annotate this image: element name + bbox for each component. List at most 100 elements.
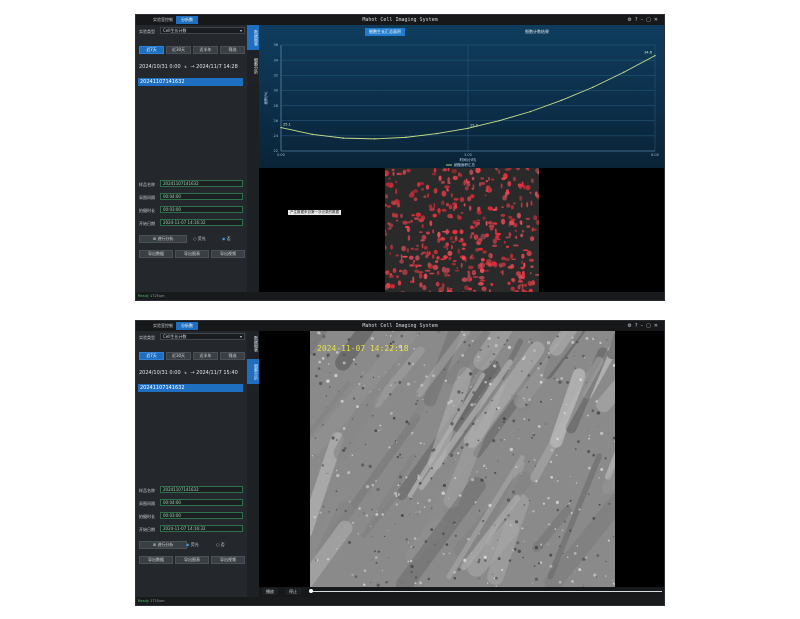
cell-blob bbox=[411, 214, 416, 217]
cell-speckle bbox=[497, 557, 501, 560]
pause-button[interactable]: 停止 bbox=[285, 588, 301, 595]
cell-blob bbox=[437, 237, 441, 243]
maximize-icon[interactable]: ▢ bbox=[646, 323, 654, 329]
tab-data-chart[interactable]: 数据图表 bbox=[247, 25, 259, 50]
radio-no[interactable]: ◉ 否 bbox=[222, 236, 231, 242]
cell-speckle bbox=[389, 335, 392, 337]
cell-blob bbox=[520, 266, 525, 270]
cell-speckle bbox=[574, 367, 576, 369]
export-video-button[interactable]: 导出视频 bbox=[211, 556, 245, 564]
cell-blob bbox=[390, 244, 393, 250]
date-range: 2024/10/31 0:00 ⇅ → 2024/11/7 15:40 bbox=[139, 370, 238, 376]
cell-blob bbox=[512, 244, 519, 247]
cell-speckle bbox=[486, 582, 489, 584]
x-tick-label: 6.00 bbox=[651, 153, 659, 157]
tab-area-summary[interactable]: 细胞生长汇总面积 bbox=[365, 28, 405, 36]
tab-cell-analysis[interactable]: 细胞分析 bbox=[247, 359, 259, 384]
date-to[interactable]: 2024/11/7 14:28 bbox=[196, 64, 238, 70]
data-point bbox=[591, 86, 594, 89]
cell-speckle bbox=[410, 545, 413, 548]
cell-speckle bbox=[506, 523, 508, 525]
stepper-icon[interactable]: ⇅ bbox=[184, 65, 187, 69]
export-video-button[interactable]: 导出视频 bbox=[211, 250, 245, 258]
cell-speckle bbox=[484, 381, 487, 384]
filter-button[interactable]: 筛选 bbox=[220, 352, 245, 360]
cell-blob bbox=[450, 216, 454, 219]
cell-blob bbox=[448, 204, 453, 210]
radio-no[interactable]: ○ 否 bbox=[216, 542, 225, 548]
run-analysis-button[interactable]: ⊞ 进行分析 bbox=[139, 541, 187, 549]
export-chart-button[interactable]: 导出图表 bbox=[175, 250, 209, 258]
cell-speckle bbox=[530, 338, 532, 340]
app-window-chart-view: 实验室控制 分析数 Mahot Cell Imaging System ⚙?–▢… bbox=[135, 14, 665, 301]
cell-speckle bbox=[600, 467, 604, 472]
tab-cell-count[interactable]: 细胞计数结果 bbox=[521, 28, 553, 36]
cell-speckle bbox=[539, 561, 543, 564]
cell-speckle bbox=[512, 453, 515, 456]
cell-blob bbox=[515, 235, 517, 239]
range-30-days-button[interactable]: 近30天 bbox=[166, 352, 191, 360]
cell-speckle bbox=[458, 376, 460, 378]
cell-speckle bbox=[457, 361, 459, 363]
cell-blob bbox=[529, 191, 532, 194]
cell-speckle bbox=[503, 343, 506, 346]
cell-blob bbox=[513, 223, 518, 228]
x-tick-label: 3.00 bbox=[464, 153, 472, 157]
cell-speckle bbox=[382, 570, 383, 572]
settings-icon[interactable]: ⚙ bbox=[627, 323, 634, 329]
experiment-type-select[interactable]: Cell生长计数 ▾ bbox=[160, 27, 245, 34]
radio-fluorescence[interactable]: ◉ 荧光 bbox=[186, 542, 199, 548]
date-from[interactable]: 2024/10/31 0:00 bbox=[139, 64, 181, 70]
run-analysis-button[interactable]: ⊞ 进行分析 bbox=[139, 235, 187, 243]
cell-speckle bbox=[531, 360, 533, 362]
date-from[interactable]: 2024/10/31 0:00 bbox=[139, 370, 181, 376]
cell-blob bbox=[472, 184, 475, 189]
cell-speckle bbox=[364, 384, 366, 386]
range-7-days-button[interactable]: 近7天 bbox=[139, 46, 164, 54]
playback-track[interactable] bbox=[311, 591, 662, 592]
export-data-button[interactable]: 导出数据 bbox=[139, 250, 173, 258]
record-list-item[interactable]: 20241107141632 bbox=[138, 384, 243, 392]
cell-blob bbox=[432, 229, 434, 234]
filter-button[interactable]: 筛选 bbox=[220, 46, 245, 54]
cell-speckle bbox=[370, 336, 374, 341]
playback-slider-handle[interactable] bbox=[309, 589, 313, 593]
settings-icon[interactable]: ⚙ bbox=[627, 17, 634, 23]
range-half-year-button[interactable]: 近半年 bbox=[193, 352, 218, 360]
cell-speckle bbox=[546, 341, 551, 345]
close-icon[interactable]: ✕ bbox=[654, 17, 661, 23]
range-7-days-button[interactable]: 近7天 bbox=[139, 352, 164, 360]
record-list-item[interactable]: 20241107141632 bbox=[138, 78, 243, 86]
cell-speckle bbox=[545, 423, 547, 425]
cell-speckle bbox=[395, 441, 398, 443]
tab-data-chart[interactable]: 数据图表 bbox=[247, 331, 259, 356]
play-button[interactable]: 播放 bbox=[262, 588, 278, 595]
cell-speckle bbox=[430, 528, 434, 531]
tab-cell-analysis[interactable]: 细胞分析 bbox=[247, 53, 259, 78]
cell-speckle bbox=[416, 399, 419, 402]
range-half-year-button[interactable]: 近半年 bbox=[193, 46, 218, 54]
cell-speckle bbox=[344, 509, 347, 513]
close-icon[interactable]: ✕ bbox=[654, 323, 661, 329]
experiment-type-select[interactable]: Cell生长计数 ▾ bbox=[160, 333, 245, 340]
cell-blob bbox=[531, 178, 534, 183]
maximize-icon[interactable]: ▢ bbox=[646, 17, 654, 23]
cell-blob bbox=[429, 220, 433, 227]
cell-speckle bbox=[566, 381, 569, 384]
cell-blob bbox=[495, 235, 500, 239]
data-label: 25.0 bbox=[470, 123, 478, 127]
radio-label: 否 bbox=[226, 236, 231, 241]
cell-blob bbox=[420, 215, 426, 221]
cell-speckle bbox=[352, 397, 356, 400]
export-chart-button[interactable]: 导出图表 bbox=[175, 556, 209, 564]
stepper-icon[interactable]: ⇅ bbox=[184, 371, 187, 375]
cell-speckle bbox=[547, 356, 550, 359]
radio-fluorescence[interactable]: ○ 荧光 bbox=[193, 236, 206, 242]
export-data-button[interactable]: 导出数据 bbox=[139, 556, 173, 564]
cell-speckle bbox=[523, 418, 526, 420]
cell-blob bbox=[487, 186, 491, 192]
y-tick-label: 26 bbox=[274, 119, 278, 123]
date-to[interactable]: 2024/11/7 15:40 bbox=[196, 370, 238, 376]
cell-blob bbox=[490, 283, 494, 286]
range-30-days-button[interactable]: 近30天 bbox=[166, 46, 191, 54]
